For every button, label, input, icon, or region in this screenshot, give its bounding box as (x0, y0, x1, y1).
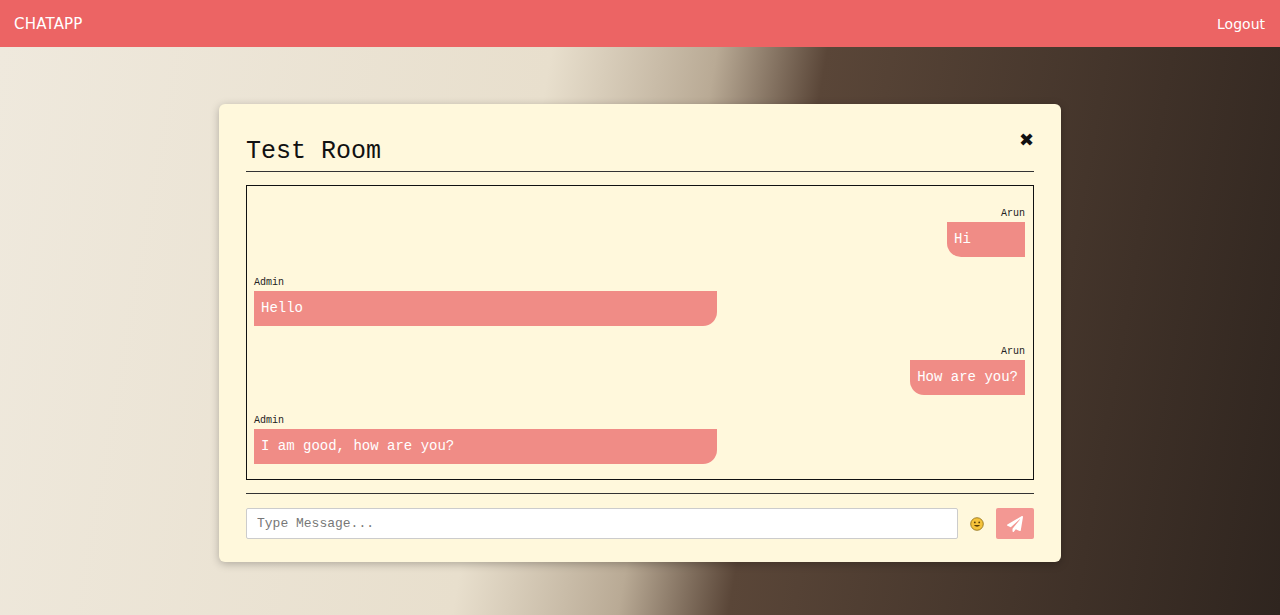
chat-header: Test Room ✖ (246, 128, 1034, 172)
send-icon (1007, 516, 1023, 532)
message-sender: Arun (1001, 346, 1025, 358)
message-sender: Admin (254, 415, 284, 427)
message-bubble: I am good, how are you? (254, 429, 717, 464)
message: Arun How are you? (254, 346, 1025, 395)
brand[interactable]: CHATAPP (14, 15, 83, 33)
emoji-icon (970, 517, 984, 531)
navbar: CHATAPP Logout (0, 0, 1280, 47)
message: Arun Hi (254, 208, 1025, 257)
message: Admin I am good, how are you? (254, 415, 1025, 464)
composer (246, 508, 1034, 539)
emoji-button[interactable] (966, 517, 988, 531)
message-bubble: Hi (947, 222, 1025, 257)
message: Admin Hello (254, 277, 1025, 326)
message-bubble: How are you? (910, 360, 1025, 395)
message-bubble: Hello (254, 291, 717, 326)
page: CHATAPPLogoutTest Room✖ArunHiAdminHelloA… (0, 0, 1280, 615)
logout-link[interactable]: Logout (1217, 16, 1265, 32)
close-button[interactable]: ✖ (1019, 129, 1034, 150)
background-photo: Test Room ✖ Arun Hi Admin Hello Arun How are yo… (0, 47, 1280, 615)
send-button[interactable] (996, 508, 1034, 539)
message-sender: Admin (254, 277, 284, 289)
chat-card: Test Room ✖ Arun Hi Admin Hello Arun How are yo… (219, 104, 1061, 562)
message-list: Arun Hi Admin Hello Arun How are you? Admin I a… (246, 185, 1034, 480)
room-title: Test Room (246, 128, 381, 167)
message-sender: Arun (1001, 208, 1025, 220)
divider (246, 493, 1034, 494)
message-input[interactable] (246, 508, 958, 539)
